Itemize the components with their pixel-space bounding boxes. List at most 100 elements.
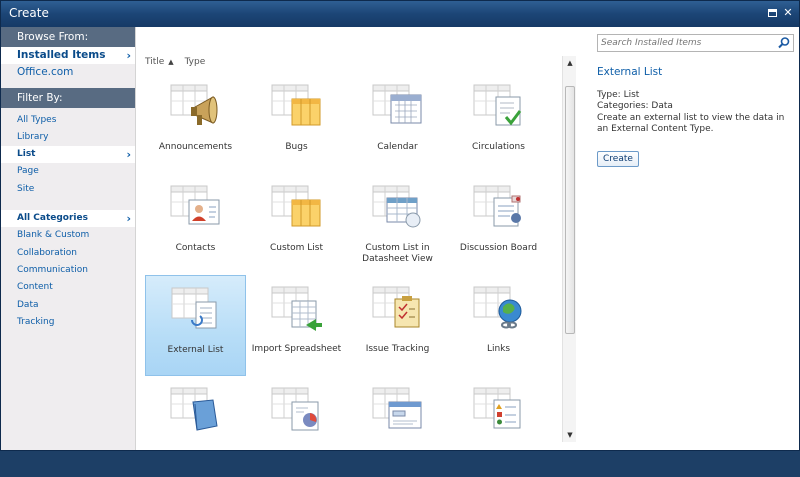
- nav-item-label: Communication: [17, 264, 88, 275]
- calendar-icon: [372, 84, 422, 124]
- nav-item-office-com[interactable]: Office.com: [1, 64, 135, 81]
- scroll-up-arrow-icon[interactable]: ▲: [564, 57, 576, 69]
- template-label: Contacts: [175, 243, 216, 253]
- template-label: Issue Tracking: [365, 344, 430, 354]
- template-tile-external-list[interactable]: External List: [145, 275, 246, 376]
- scroll-thumb[interactable]: [565, 86, 575, 334]
- nav-item-label: Data: [17, 299, 39, 310]
- create-button[interactable]: Create: [597, 151, 639, 167]
- nav-item-label: List: [17, 149, 36, 160]
- search-icon[interactable]: [777, 36, 791, 50]
- sort-bar: Title ▲ Type: [145, 57, 209, 69]
- details-pane: External List Type: List Categories: Dat…: [587, 27, 799, 450]
- template-label: Announcements: [158, 142, 233, 152]
- detail-meta: Type: List Categories: Data: [597, 90, 673, 112]
- detail-categories: Categories: Data: [597, 101, 673, 111]
- template-tile-unlabeled-15[interactable]: [448, 376, 549, 477]
- close-button[interactable]: ✕: [781, 6, 795, 20]
- nav-item-label: Tracking: [17, 316, 55, 327]
- chevron-right-icon: ›: [126, 49, 131, 62]
- chevron-right-icon: ›: [126, 148, 131, 162]
- left-navigation: Browse From: Installed Items › Office.com …: [1, 27, 136, 450]
- sort-ascending-icon: ▲: [168, 58, 174, 66]
- nav-item-label: Content: [17, 282, 53, 293]
- type-filter-list: All Types Library List › Page Site: [1, 112, 135, 198]
- external-list-icon: [171, 287, 217, 329]
- nav-item-site[interactable]: Site: [1, 181, 135, 198]
- bugs-list-icon: [271, 84, 321, 126]
- custom-list-icon: [271, 185, 321, 227]
- template-tile-discussion-board[interactable]: Discussion Board: [448, 174, 549, 275]
- template-label: Circulations: [472, 142, 525, 152]
- nav-item-all-categories[interactable]: All Categories ›: [1, 210, 135, 228]
- nav-item-label: Library: [17, 131, 49, 142]
- template-tile-issue-tracking[interactable]: Issue Tracking: [347, 275, 448, 376]
- nav-item-data[interactable]: Data: [1, 297, 135, 314]
- maximize-button[interactable]: [765, 6, 779, 20]
- template-tile-unlabeled-13[interactable]: [246, 376, 347, 477]
- template-label: Links: [486, 344, 511, 354]
- detail-type: Type: List: [597, 90, 640, 100]
- issue-tracking-icon: [372, 286, 420, 328]
- nav-item-collaboration[interactable]: Collaboration: [1, 245, 135, 262]
- tasks-window-icon: [372, 387, 422, 429]
- category-filter-list: All Categories › Blank & Custom Collaborati…: [1, 210, 135, 331]
- template-tile-bugs[interactable]: Bugs: [246, 73, 347, 174]
- links-globe-icon: [473, 286, 522, 329]
- template-label: External List: [167, 345, 224, 355]
- template-tile-contacts[interactable]: Contacts: [145, 174, 246, 275]
- search-input[interactable]: [598, 35, 774, 51]
- chevron-right-icon: ›: [126, 212, 131, 226]
- nav-item-library[interactable]: Library: [1, 129, 135, 146]
- scroll-down-arrow-icon[interactable]: ▼: [564, 429, 576, 441]
- nav-item-label: Office.com: [17, 66, 74, 79]
- nav-item-label: Site: [17, 183, 35, 194]
- sort-by-type[interactable]: Type: [185, 57, 206, 67]
- template-tile-circulations[interactable]: Circulations: [448, 73, 549, 174]
- shapes-list-icon: [473, 387, 521, 429]
- template-tile-custom-list-in-datasheet-view[interactable]: Custom List in Datasheet View: [347, 174, 448, 275]
- dialog-title: Create: [9, 6, 49, 20]
- template-tile-unlabeled-14[interactable]: [347, 376, 448, 477]
- template-tile-custom-list[interactable]: Custom List: [246, 174, 347, 275]
- create-dialog: Create ✕ Browse From: Installed Items › Of…: [0, 0, 800, 451]
- template-label: Discussion Board: [459, 243, 538, 253]
- template-tile-links[interactable]: Links: [448, 275, 549, 376]
- nav-item-content[interactable]: Content: [1, 279, 135, 296]
- datasheet-icon: [372, 185, 421, 228]
- discussion-board-icon: [473, 185, 521, 227]
- template-label: Bugs: [285, 142, 308, 152]
- search-box: [597, 34, 794, 52]
- nav-item-label: Installed Items: [17, 49, 106, 61]
- detail-title: External List: [597, 66, 663, 78]
- browse-from-header: Browse From:: [1, 27, 135, 47]
- nav-item-list[interactable]: List ›: [1, 146, 135, 164]
- template-tile-unlabeled-12[interactable]: [145, 376, 246, 477]
- nav-item-all-types[interactable]: All Types: [1, 112, 135, 129]
- nav-item-label: All Categories: [17, 213, 88, 224]
- survey-chart-icon: [271, 387, 319, 431]
- nav-item-page[interactable]: Page: [1, 163, 135, 180]
- template-label: Calendar: [377, 142, 418, 152]
- filter-by-header: Filter By:: [1, 87, 135, 108]
- book-icon: [170, 387, 218, 431]
- nav-item-communication[interactable]: Communication: [1, 262, 135, 279]
- import-spreadsheet-icon: [271, 286, 322, 331]
- browse-list: Installed Items › Office.com: [1, 47, 135, 82]
- nav-item-tracking[interactable]: Tracking: [1, 314, 135, 331]
- template-label: Import Spreadsheet: [251, 344, 342, 354]
- template-scrollbar[interactable]: ▲ ▼: [562, 56, 576, 442]
- nav-item-label: All Types: [17, 114, 57, 125]
- template-label: Custom List: [269, 243, 324, 253]
- circulation-check-icon: [473, 84, 522, 126]
- nav-item-installed-items[interactable]: Installed Items ›: [1, 47, 135, 65]
- nav-item-label: Collaboration: [17, 247, 77, 258]
- nav-item-blank-custom[interactable]: Blank & Custom: [1, 227, 135, 244]
- sort-by-title[interactable]: Title: [145, 57, 164, 67]
- template-tile-announcements[interactable]: Announcements: [145, 73, 246, 174]
- detail-description: Create an external list to view the data…: [597, 113, 785, 134]
- template-tile-import-spreadsheet[interactable]: Import Spreadsheet: [246, 275, 347, 376]
- title-bar: Create ✕: [1, 1, 799, 27]
- contact-card-icon: [170, 185, 220, 225]
- template-tile-calendar[interactable]: Calendar: [347, 73, 448, 174]
